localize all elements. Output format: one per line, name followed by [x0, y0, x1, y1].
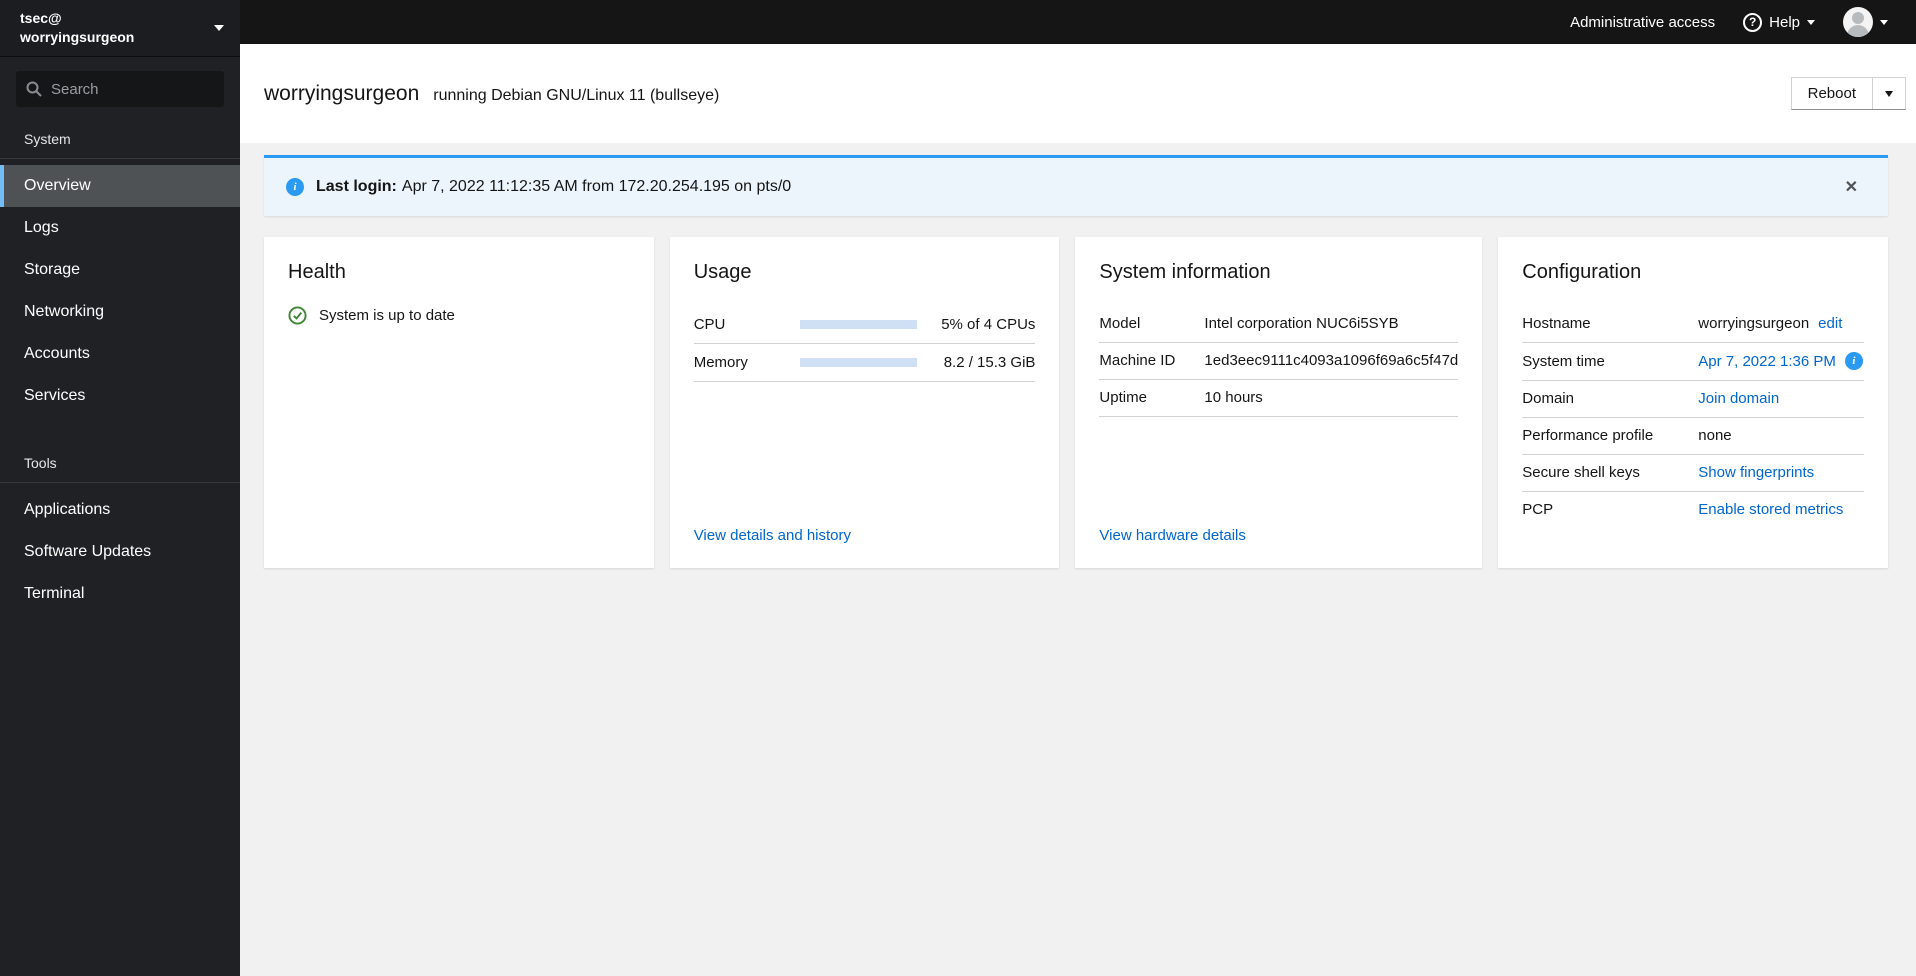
- cpu-value: 5% of 4 CPUs: [941, 316, 1036, 333]
- avatar: [1843, 7, 1873, 37]
- pcp-row: PCP Enable stored metrics: [1522, 492, 1864, 528]
- os-subtitle: running Debian GNU/Linux 11 (bullseye): [433, 86, 720, 104]
- show-fingerprints-link[interactable]: Show fingerprints: [1698, 464, 1864, 481]
- session-menu[interactable]: [1829, 0, 1902, 44]
- enable-stored-metrics-link[interactable]: Enable stored metrics: [1698, 501, 1864, 518]
- host-switcher-user: tsec@: [20, 10, 62, 26]
- model-value: Intel corporation NUC6i5SYB: [1204, 315, 1399, 332]
- sidebar-item-logs[interactable]: Logs: [0, 207, 240, 249]
- chevron-down-icon: [1880, 19, 1888, 25]
- help-menu[interactable]: ? Help: [1729, 0, 1829, 44]
- sidebar-item-software-updates[interactable]: Software Updates: [0, 531, 240, 573]
- chevron-down-icon: [214, 25, 224, 31]
- sidebar-section-system: System Overview Logs Storage Networking …: [0, 123, 240, 417]
- card-title: System information: [1099, 261, 1271, 283]
- performance-profile-value: none: [1698, 427, 1732, 444]
- sidebar-section-tools: Tools Applications Software Updates Term…: [0, 447, 240, 615]
- info-icon[interactable]: i: [1844, 352, 1863, 370]
- domain-row: Domain Join domain: [1522, 381, 1864, 418]
- machine-id-label: Machine ID: [1099, 352, 1176, 369]
- sidebar-section-title: System: [0, 123, 240, 159]
- uptime-row: Uptime 10 hours: [1099, 380, 1459, 417]
- sidebar-item-overview[interactable]: Overview: [0, 165, 240, 207]
- page-title: worryingsurgeon: [264, 81, 420, 105]
- info-icon: i: [286, 178, 304, 196]
- host-switcher-host: worryingsurgeon: [20, 29, 135, 45]
- reboot-button[interactable]: Reboot: [1792, 78, 1872, 109]
- help-icon: ?: [1743, 12, 1763, 32]
- masthead: Administrative access ? Help: [240, 0, 1916, 44]
- configuration-card: Configuration Hostname worryingsurgeon e…: [1498, 237, 1888, 568]
- administrative-access-button[interactable]: Administrative access: [1556, 0, 1729, 44]
- join-domain-link[interactable]: Join domain: [1698, 390, 1864, 407]
- system-time-row: System time Apr 7, 2022 1:36 PM i: [1522, 343, 1864, 381]
- last-login-alert: i Last login: Apr 7, 2022 11:12:35 AM fro…: [264, 155, 1888, 216]
- ssh-keys-label: Secure shell keys: [1522, 464, 1640, 481]
- hostname-row: Hostname worryingsurgeon edit: [1522, 306, 1864, 343]
- usage-card: Usage CPU 5% of 4 CPUs Memory 8.2 / 15.3…: [669, 237, 1060, 568]
- hostname-value: worryingsurgeon: [1698, 315, 1810, 332]
- sidebar-item-networking[interactable]: Networking: [0, 291, 240, 333]
- chevron-down-icon: [1807, 19, 1815, 25]
- administrative-access-label: Administrative access: [1570, 13, 1716, 31]
- reboot-menu-toggle[interactable]: [1872, 78, 1905, 109]
- sidebar-item-terminal[interactable]: Terminal: [0, 573, 240, 615]
- reboot-split-button: Reboot: [1790, 77, 1906, 110]
- sidebar-item-accounts[interactable]: Accounts: [0, 333, 240, 375]
- memory-usage-row: Memory 8.2 / 15.3 GiB: [693, 344, 1036, 382]
- domain-label: Domain: [1522, 390, 1574, 407]
- uptime-value: 10 hours: [1204, 389, 1263, 406]
- ssh-keys-row: Secure shell keys Show fingerprints: [1522, 455, 1864, 492]
- health-card: Health System is up to date: [264, 237, 654, 568]
- edit-hostname-link[interactable]: edit: [1818, 315, 1842, 332]
- help-label: Help: [1769, 13, 1800, 31]
- sidebar-item-applications[interactable]: Applications: [0, 489, 240, 531]
- memory-value: 8.2 / 15.3 GiB: [943, 354, 1036, 371]
- card-title: Configuration: [1522, 261, 1642, 283]
- close-icon[interactable]: ✕: [1837, 173, 1866, 201]
- model-row: Model Intel corporation NUC6i5SYB: [1099, 306, 1459, 343]
- sidebar-search[interactable]: [16, 71, 224, 107]
- sidebar-section-title: Tools: [0, 447, 240, 483]
- check-circle-icon: [288, 306, 307, 325]
- cpu-progress-bar: [799, 320, 917, 329]
- model-label: Model: [1099, 315, 1141, 332]
- performance-profile-row: Performance profile none: [1522, 418, 1864, 455]
- machine-id-row: Machine ID 1ed3eec9111c4093a1096f69a6c5f…: [1099, 343, 1459, 380]
- alert-message: Apr 7, 2022 11:12:35 AM from 172.20.254.…: [401, 178, 792, 195]
- main-content: worryingsurgeon running Debian GNU/Linux…: [240, 44, 1916, 976]
- view-details-history-link[interactable]: View details and history: [694, 527, 1036, 544]
- performance-profile-label: Performance profile: [1522, 427, 1654, 444]
- alert-title: Last login:: [316, 178, 397, 195]
- memory-progress-bar: [799, 358, 917, 367]
- cpu-usage-row: CPU 5% of 4 CPUs: [693, 306, 1036, 344]
- sidebar-item-storage[interactable]: Storage: [0, 249, 240, 291]
- search-input[interactable]: [51, 80, 214, 98]
- cpu-label: CPU: [693, 316, 726, 333]
- hostname-label: Hostname: [1522, 315, 1591, 332]
- system-information-card: System information Model Intel corporati…: [1075, 237, 1483, 568]
- sidebar-item-services[interactable]: Services: [0, 375, 240, 417]
- health-status: System is up to date: [319, 307, 455, 324]
- uptime-label: Uptime: [1099, 389, 1147, 406]
- page-header: worryingsurgeon running Debian GNU/Linux…: [240, 44, 1916, 143]
- chevron-down-icon: [1885, 90, 1893, 97]
- system-time-link[interactable]: Apr 7, 2022 1:36 PM: [1698, 353, 1836, 370]
- card-title: Health: [288, 261, 346, 283]
- search-icon: [26, 81, 42, 97]
- pcp-label: PCP: [1522, 501, 1554, 518]
- sidebar: tsec@ worryingsurgeon System Overview Lo…: [0, 0, 240, 976]
- host-switcher[interactable]: tsec@ worryingsurgeon: [0, 0, 240, 57]
- system-time-label: System time: [1522, 352, 1605, 370]
- view-hardware-details-link[interactable]: View hardware details: [1099, 527, 1458, 544]
- card-title: Usage: [693, 261, 752, 283]
- machine-id-value: 1ed3eec9111c4093a1096f69a6c5f47d: [1204, 352, 1459, 369]
- memory-label: Memory: [693, 354, 748, 371]
